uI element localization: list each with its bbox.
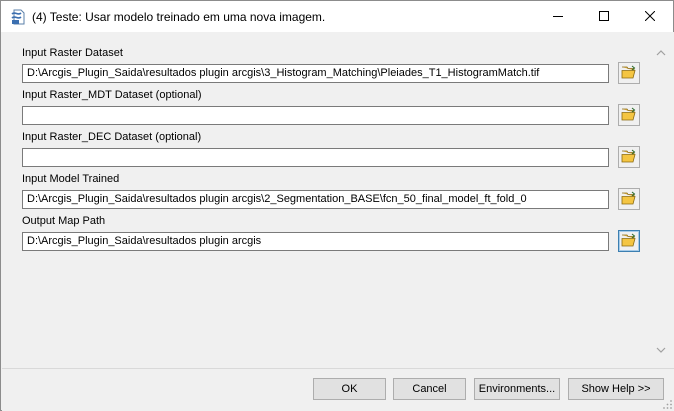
input-raster-mdt-field[interactable] [22, 106, 609, 125]
show-help-button[interactable]: Show Help >> [568, 378, 664, 400]
browse-button-input-raster[interactable] [618, 62, 640, 84]
browse-button-input-raster-dec[interactable] [618, 146, 640, 168]
scroll-down-button[interactable] [651, 340, 671, 357]
field-label-output-map: Output Map Path [22, 215, 106, 227]
input-raster-field[interactable]: D:\Arcgis_Plugin_Saida\resultados plugin… [22, 64, 609, 83]
vertical-scrollbar[interactable] [651, 43, 671, 357]
input-model-field[interactable]: D:\Arcgis_Plugin_Saida\resultados plugin… [22, 190, 609, 209]
open-folder-icon [621, 149, 637, 166]
chevron-down-icon [656, 342, 666, 356]
field-label-input-raster-dec: Input Raster_DEC Dataset (optional) [22, 131, 202, 143]
field-label-input-model: Input Model Trained [22, 173, 120, 185]
browse-button-input-model[interactable] [618, 188, 640, 210]
open-folder-icon [621, 191, 637, 208]
browse-button-output-map[interactable] [618, 230, 640, 252]
minimize-button[interactable] [535, 1, 581, 32]
close-button[interactable] [627, 1, 673, 32]
title-bar[interactable]: (4) Teste: Usar modelo treinado em uma n… [1, 1, 673, 32]
ok-button[interactable]: OK [313, 378, 386, 400]
parameters-panel: Input Raster Dataset D:\Arcgis_Plugin_Sa… [2, 32, 674, 368]
open-folder-icon [621, 107, 637, 124]
close-icon [644, 10, 656, 24]
minimize-icon [553, 10, 563, 24]
maximize-icon [599, 10, 609, 24]
browse-button-input-raster-mdt[interactable] [618, 104, 640, 126]
python-script-icon [10, 8, 26, 26]
chevron-up-icon [656, 45, 666, 59]
dialog-footer: OK Cancel Environments... Show Help >> [2, 368, 674, 411]
open-folder-icon [621, 65, 637, 82]
window-title: (4) Teste: Usar modelo treinado em uma n… [32, 10, 326, 24]
field-label-input-raster: Input Raster Dataset [22, 47, 123, 59]
cancel-button[interactable]: Cancel [393, 378, 466, 400]
output-map-path-field[interactable]: D:\Arcgis_Plugin_Saida\resultados plugin… [22, 232, 609, 251]
input-raster-dec-field[interactable] [22, 148, 609, 167]
maximize-button[interactable] [581, 1, 627, 32]
scroll-up-button[interactable] [651, 43, 671, 60]
environments-button[interactable]: Environments... [474, 378, 560, 400]
field-label-input-raster-mdt: Input Raster_MDT Dataset (optional) [22, 89, 202, 101]
resize-grip-icon[interactable] [661, 398, 673, 410]
open-folder-icon [621, 233, 637, 250]
tool-dialog-window: (4) Teste: Usar modelo treinado em uma n… [0, 0, 674, 411]
